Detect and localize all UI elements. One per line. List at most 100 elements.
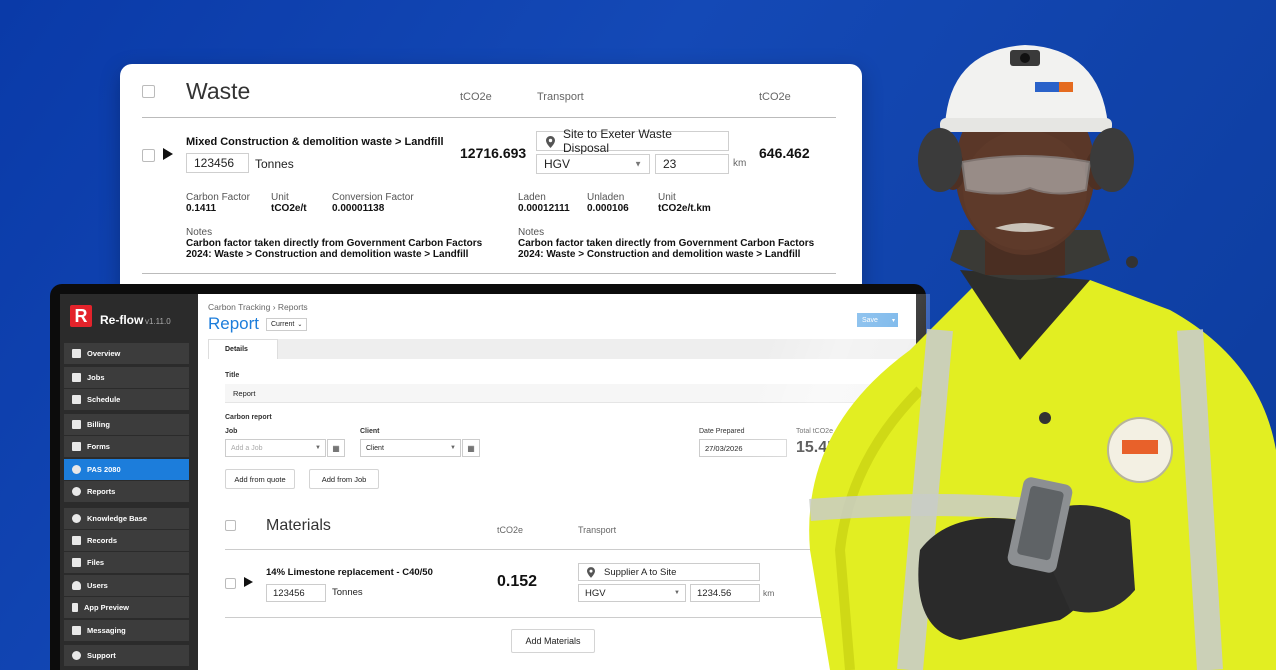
- sidebar-item-billing[interactable]: Billing: [64, 414, 189, 435]
- sidebar-item-records[interactable]: Records: [64, 530, 189, 551]
- job-calendar-icon[interactable]: ▦: [327, 439, 345, 457]
- sidebar-item-label: Users: [87, 581, 108, 590]
- materials-select-all-checkbox[interactable]: [225, 520, 236, 531]
- sidebar-item-knowledge-base[interactable]: Knowledge Base: [64, 508, 189, 529]
- material-tco2e: 0.152: [497, 573, 538, 590]
- materials-title: Materials: [266, 517, 331, 534]
- laden-value: 0.00012111: [518, 203, 570, 214]
- sidebar-item-users[interactable]: Users: [64, 575, 189, 596]
- add-from-quote-button[interactable]: Add from quote: [225, 469, 295, 489]
- transport-notes-label: Notes: [518, 227, 545, 238]
- billing-icon: [72, 420, 81, 429]
- sidebar-item-app-preview[interactable]: App Preview: [64, 597, 189, 618]
- carbon-factor-label: Carbon Factor: [186, 192, 250, 203]
- client-select[interactable]: Client ▼: [360, 439, 461, 457]
- material-row-checkbox[interactable]: [225, 578, 236, 589]
- app-window: R Re-flow v1.11.0 Overview Jobs Schedule…: [60, 294, 916, 670]
- sidebar-item-jobs[interactable]: Jobs: [64, 367, 189, 388]
- version-select[interactable]: Current ⌄: [266, 318, 308, 331]
- material-distance-input[interactable]: 1234.56: [690, 584, 760, 602]
- sidebar-item-label: Overview: [87, 349, 121, 358]
- sidebar-item-label: Schedule: [87, 395, 121, 404]
- location-pin-icon: [546, 136, 555, 148]
- material-distance-unit: km: [763, 588, 775, 598]
- column-header-tco2e: tCO2e: [460, 91, 492, 103]
- forms-icon: [72, 442, 81, 451]
- cloud-icon: [72, 465, 81, 474]
- worker-photo: [809, 45, 1276, 670]
- unit-label: Unit: [271, 192, 289, 203]
- sidebar-item-label: Forms: [87, 442, 110, 451]
- notes-label: Notes: [186, 227, 213, 238]
- sidebar-item-overview[interactable]: Overview: [64, 343, 189, 364]
- expand-icon[interactable]: [244, 577, 253, 587]
- distance-input[interactable]: 23: [655, 154, 729, 174]
- material-quantity-input[interactable]: 123456: [266, 584, 326, 602]
- user-icon: [72, 581, 81, 590]
- add-from-job-button[interactable]: Add from Job: [309, 469, 379, 489]
- waste-item-name: Mixed Construction & demolition waste > …: [186, 136, 444, 148]
- sidebar-item-label: Knowledge Base: [87, 514, 148, 523]
- transport-notes-value: Carbon factor taken directly from Govern…: [518, 238, 815, 260]
- sidebar-item-label: Jobs: [87, 373, 105, 382]
- chat-icon: [72, 626, 81, 635]
- chevron-down-icon: ▼: [315, 445, 321, 451]
- sidebar-item-label: PAS 2080: [87, 465, 121, 474]
- app-logo: R: [70, 305, 92, 327]
- chevron-down-icon: ▼: [450, 445, 456, 451]
- expand-icon[interactable]: [163, 148, 173, 160]
- material-route-input[interactable]: Supplier A to Site: [578, 563, 760, 581]
- lightbulb-icon: [72, 514, 81, 523]
- material-quantity-unit: Tonnes: [332, 587, 363, 598]
- sidebar-item-schedule[interactable]: Schedule: [64, 389, 189, 410]
- sidebar-item-reports[interactable]: Reports: [64, 481, 189, 502]
- tab-details[interactable]: Details: [208, 339, 278, 359]
- sidebar-item-label: Files: [87, 558, 105, 567]
- chevron-down-icon: ⌄: [297, 322, 303, 328]
- sidebar-item-files[interactable]: Files: [64, 552, 189, 573]
- select-all-checkbox[interactable]: [142, 85, 155, 98]
- job-label: Job: [225, 428, 238, 435]
- laden-label: Laden: [518, 192, 546, 203]
- item-tco2e: 12716.693: [460, 145, 527, 161]
- carbon-report-label: Carbon report: [225, 414, 272, 421]
- sidebar-item-support[interactable]: Support: [64, 645, 189, 666]
- waste-title: Waste: [186, 78, 251, 104]
- sidebar-item-forms[interactable]: Forms: [64, 436, 189, 457]
- row-divider: [142, 273, 836, 274]
- row-checkbox[interactable]: [142, 149, 155, 162]
- waste-card: Waste tCO2e Transport tCO2e Mixed Constr…: [120, 64, 862, 304]
- version-select-value: Current: [271, 321, 295, 328]
- materials-column-transport: Transport: [578, 525, 617, 535]
- title-label: Title: [225, 372, 240, 379]
- sidebar-item-messaging[interactable]: Messaging: [64, 620, 189, 641]
- pie-chart-icon: [72, 487, 81, 496]
- sidebar-item-pas-2080[interactable]: PAS 2080: [64, 459, 189, 480]
- calendar-icon: [72, 395, 81, 404]
- quantity-unit: Tonnes: [255, 157, 294, 171]
- client-calendar-icon[interactable]: ▦: [462, 439, 480, 457]
- date-prepared-input[interactable]: 27/03/2026: [699, 439, 787, 457]
- add-materials-button[interactable]: Add Materials: [511, 629, 595, 653]
- client-value: Client: [366, 444, 384, 452]
- carbon-factor-value: 0.1411: [186, 203, 217, 214]
- job-select[interactable]: Add a Job ▼: [225, 439, 326, 457]
- materials-row-divider: [225, 617, 825, 618]
- column-header-transport-tco2e: tCO2e: [759, 91, 791, 103]
- sidebar-item-label: Messaging: [87, 626, 126, 635]
- route-input[interactable]: Site to Exeter Waste Disposal: [536, 127, 729, 155]
- unladen-label: Unladen: [587, 192, 625, 203]
- page-title: Report: [208, 314, 260, 333]
- breadcrumb[interactable]: Carbon Tracking › Reports: [208, 302, 308, 312]
- route-value: Site to Exeter Waste Disposal: [563, 127, 672, 155]
- material-vehicle-value: HGV: [585, 587, 606, 599]
- vehicle-select[interactable]: HGV ▼: [536, 154, 650, 174]
- quantity-input[interactable]: 123456: [186, 153, 249, 173]
- material-vehicle-select[interactable]: HGV ▼: [578, 584, 686, 602]
- chevron-down-icon: ▼: [674, 590, 680, 596]
- transport-unit-label: Unit: [658, 192, 676, 203]
- materials-column-tco2e: tCO2e: [497, 525, 524, 535]
- sidebar-item-label: Records: [87, 536, 118, 545]
- app-version: v1.11.0: [145, 317, 171, 326]
- sidebar-item-label: Reports: [87, 487, 116, 496]
